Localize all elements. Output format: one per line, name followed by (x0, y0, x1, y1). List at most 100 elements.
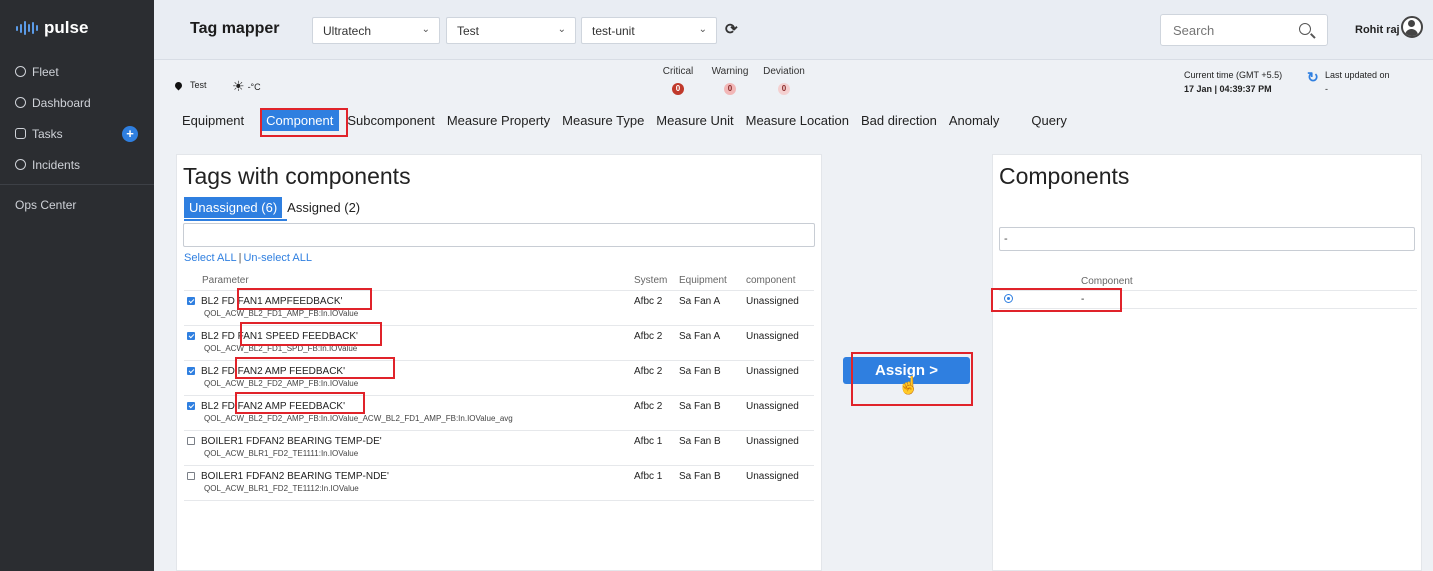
table-row[interactable]: BOILER1 FDFAN2 BEARING TEMP-DE' QOL_ACW_B… (184, 430, 814, 466)
equipment-cell: Sa Fan B (679, 465, 746, 501)
logo-text: pulse (44, 18, 89, 37)
column-header: Component (1081, 273, 1417, 291)
highlight-box (240, 322, 382, 346)
refresh-icon[interactable]: ⟳ (725, 20, 738, 38)
critical-alerts[interactable]: Critical 0 (658, 66, 698, 95)
warning-alerts[interactable]: Warning 0 (708, 66, 752, 95)
sidebar-item-label: Dashboard (32, 95, 91, 110)
sidebar-item-tasks[interactable]: Tasks + (0, 118, 154, 149)
component-cell: Unassigned (746, 430, 814, 466)
column-header: Equipment (679, 272, 746, 291)
sidebar-item-label: Fleet (32, 64, 59, 79)
active-tab-underline (184, 219, 287, 221)
subtab-bar: Unassigned (6) Assigned (2) (184, 197, 365, 218)
tab-unassigned[interactable]: Unassigned (6) (184, 197, 283, 218)
equipment-cell: Sa Fan B (679, 395, 746, 431)
equipment-cell: Sa Fan B (679, 430, 746, 466)
select-all-link[interactable]: Select ALL (184, 252, 237, 264)
component-cell: Unassigned (746, 325, 814, 361)
tags-filter-input[interactable] (183, 223, 815, 247)
avatar[interactable] (1401, 16, 1423, 38)
column-header: component (746, 272, 814, 291)
last-updated-label: Last updated on (1325, 70, 1390, 80)
tab-bad-direction[interactable]: Bad direction (855, 110, 943, 131)
tab-subcomponent[interactable]: Subcomponent (341, 110, 440, 131)
chevron-down-icon: ⌄ (421, 24, 430, 35)
tab-assigned[interactable]: Assigned (2) (282, 197, 365, 218)
critical-label: Critical (662, 66, 694, 77)
system-cell: Afbc 2 (634, 325, 679, 361)
tab-measure-property[interactable]: Measure Property (441, 110, 556, 131)
unit-select[interactable]: test-unit ⌄ (581, 17, 717, 44)
last-updated: Last updated on - (1325, 70, 1390, 94)
highlight-box (237, 288, 372, 310)
row-checkbox[interactable] (187, 471, 195, 480)
location: Test (173, 80, 207, 90)
pointer-cursor-icon: ☝ (898, 376, 920, 395)
tasks-icon (15, 128, 26, 139)
highlight-box (260, 108, 348, 137)
critical-count-badge: 0 (672, 83, 684, 95)
system-cell: Afbc 2 (634, 290, 679, 326)
update-icon[interactable]: ↻ (1307, 69, 1319, 86)
sidebar-item-label: Ops Center (15, 197, 77, 212)
panel-title: Tags with components (183, 163, 411, 189)
sidebar-item-fleet[interactable]: Fleet (0, 56, 154, 87)
sidebar: pulse Fleet Dashboard Tasks + Incidents … (0, 0, 154, 571)
row-checkbox[interactable] (187, 296, 195, 305)
parameter-tag: QOL_ACW_BLR1_FD2_TE1112:In.IOValue (204, 483, 359, 493)
row-checkbox[interactable] (187, 366, 195, 375)
current-time-label: Current time (GMT +5.5) (1184, 70, 1283, 80)
sidebar-item-label: Incidents (32, 157, 81, 172)
row-checkbox[interactable] (187, 436, 195, 445)
warning-count-badge: 0 (724, 83, 736, 95)
component-cell: Unassigned (746, 290, 814, 326)
tab-measure-type[interactable]: Measure Type (556, 110, 650, 131)
equipment-cell: Sa Fan A (679, 325, 746, 361)
panel-title: Components (999, 163, 1130, 189)
current-time: Current time (GMT +5.5) 17 Jan | 04:39:3… (1184, 70, 1282, 94)
selection-links: Select ALL | Un-select ALL (184, 252, 312, 264)
logo[interactable]: pulse (0, 0, 154, 56)
system-cell: Afbc 1 (634, 430, 679, 466)
table-row[interactable]: BOILER1 FDFAN2 BEARING TEMP-NDE' QOL_ACW_… (184, 465, 814, 501)
deviation-label: Deviation (763, 66, 805, 77)
row-checkbox[interactable] (187, 331, 195, 340)
system-cell: Afbc 1 (634, 465, 679, 501)
page-title: Tag mapper (190, 20, 280, 37)
unselect-all-link[interactable]: Un-select ALL (243, 252, 311, 264)
tab-equipment[interactable]: Equipment (176, 110, 250, 131)
chevron-down-icon: ⌄ (698, 24, 707, 35)
component-cell: Unassigned (746, 395, 814, 431)
search-icon[interactable] (1299, 23, 1311, 35)
current-time-value: 17 Jan | 04:39:37 PM (1184, 84, 1272, 94)
user-name[interactable]: Rohit raj (1355, 24, 1400, 36)
tab-measure-location[interactable]: Measure Location (740, 110, 855, 131)
search-box (1160, 14, 1328, 46)
sidebar-item-dashboard[interactable]: Dashboard (0, 87, 154, 118)
sidebar-item-label: Tasks (32, 126, 63, 141)
row-checkbox[interactable] (187, 401, 195, 410)
parameter-tag: QOL_ACW_BL2_FD2_AMP_FB:In.IOValue (204, 378, 359, 388)
site-select[interactable]: Test ⌄ (446, 17, 576, 44)
column-header: System (634, 272, 679, 291)
highlight-box (235, 392, 365, 414)
tab-query[interactable]: Query (1025, 110, 1072, 131)
highlight-box (991, 288, 1122, 312)
tab-anomaly[interactable]: Anomaly (943, 110, 1006, 131)
component-cell: - (1081, 290, 1417, 309)
weather: ☀ -°C (232, 78, 261, 95)
sidebar-item-ops-center[interactable]: Ops Center (0, 189, 154, 220)
divider (0, 184, 154, 185)
equipment-cell: Sa Fan B (679, 360, 746, 396)
info-icon (15, 159, 26, 170)
company-select[interactable]: Ultratech ⌄ (312, 17, 440, 44)
add-task-button[interactable]: + (122, 125, 138, 142)
components-filter-input[interactable]: - (999, 227, 1415, 251)
deviation-alerts[interactable]: Deviation 0 (760, 66, 808, 95)
tab-measure-unit[interactable]: Measure Unit (650, 110, 739, 131)
temperature-text: -°C (247, 81, 261, 92)
sidebar-item-incidents[interactable]: Incidents (0, 149, 154, 180)
chevron-down-icon: ⌄ (557, 24, 566, 35)
search-input[interactable] (1173, 22, 1283, 38)
